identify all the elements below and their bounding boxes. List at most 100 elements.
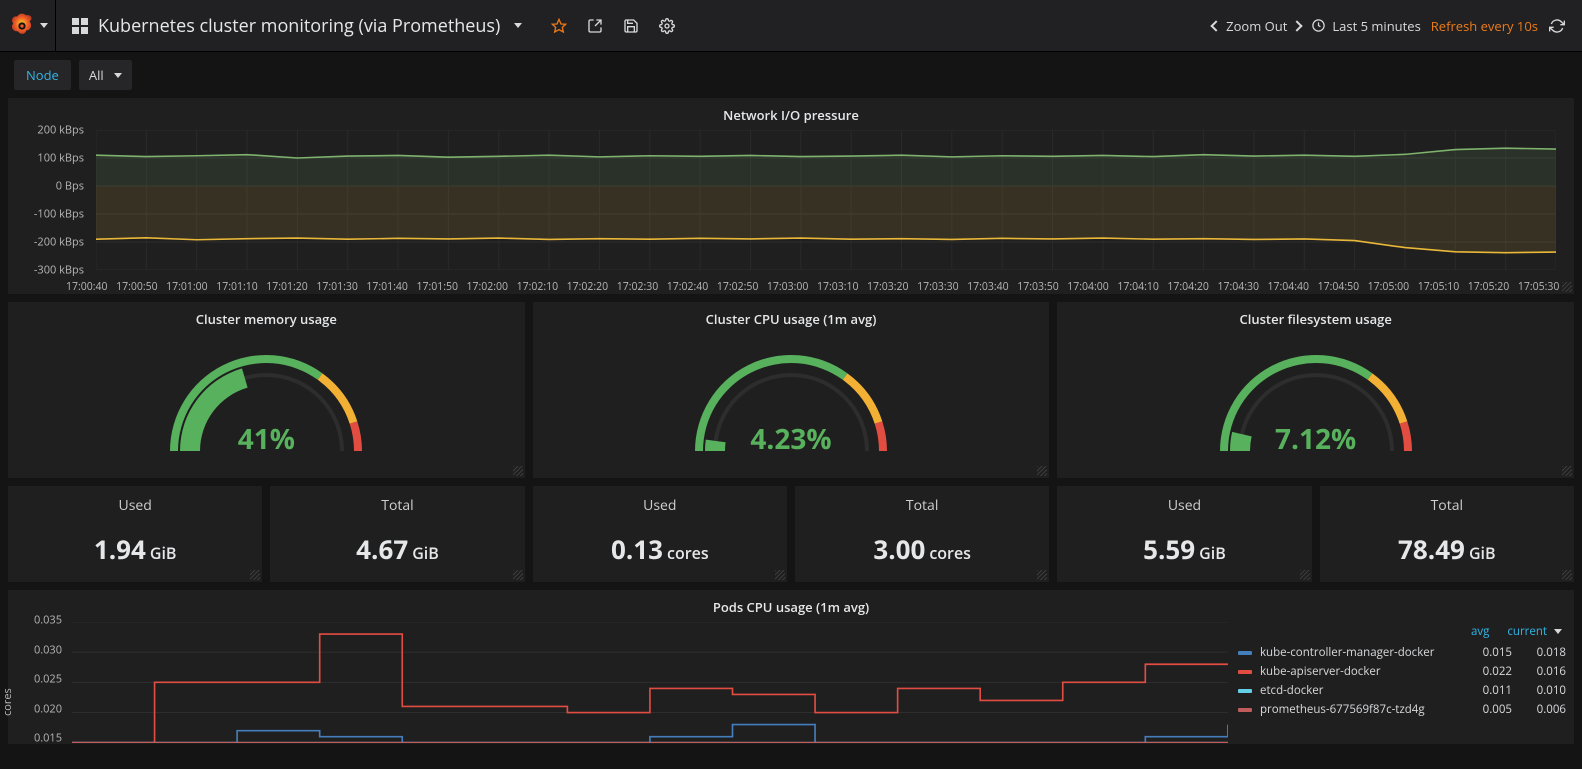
x-tick: 17:01:40 (366, 280, 416, 294)
x-tick: 17:04:50 (1318, 280, 1368, 294)
resize-handle-icon[interactable] (775, 570, 785, 580)
resize-handle-icon[interactable] (1562, 466, 1572, 476)
legend-item[interactable]: kube-controller-manager-docker 0.015 0.0… (1238, 643, 1566, 662)
stat-value: 3.00cores (795, 515, 1049, 567)
save-icon[interactable] (622, 17, 640, 35)
dashboard-body: Network I/O pressure 200 kBps100 kBps0 B… (0, 98, 1582, 752)
legend-avg: 0.015 (1466, 645, 1512, 660)
stat-unit: cores (667, 542, 709, 564)
resize-handle-icon[interactable] (1562, 570, 1572, 580)
panel-stat-5[interactable]: Total 78.49GiB (1320, 486, 1574, 582)
x-tick: 17:01:20 (266, 280, 316, 294)
x-tick: 17:02:00 (467, 280, 517, 294)
panel-network-io[interactable]: Network I/O pressure 200 kBps100 kBps0 B… (8, 98, 1574, 294)
panel-title: Pods CPU usage (1m avg) (8, 590, 1574, 620)
y-tick: 0.025 (34, 672, 62, 687)
panel-stat-4[interactable]: Used 5.59GiB (1057, 486, 1311, 582)
y-tick: -300 kBps (34, 263, 84, 278)
panel-stat-3[interactable]: Total 3.00cores (795, 486, 1049, 582)
resize-handle-icon[interactable] (1037, 466, 1047, 476)
stat-label: Total (270, 486, 524, 515)
legend-item[interactable]: kube-apiserver-docker 0.022 0.016 (1238, 662, 1566, 681)
legend-item[interactable]: etcd-docker 0.011 0.010 (1238, 681, 1566, 700)
y-tick: 0.030 (34, 642, 62, 657)
x-axis: 17:00:4017:00:5017:01:0017:01:1017:01:20… (66, 280, 1568, 294)
stat-unit: cores (929, 542, 971, 564)
resize-handle-icon[interactable] (1037, 570, 1047, 580)
legend-current: 0.016 (1520, 664, 1566, 679)
resize-handle-icon[interactable] (1562, 282, 1572, 292)
chart-plot-area[interactable] (72, 622, 1228, 743)
panel-gauge-2[interactable]: Cluster filesystem usage 7.12% (1057, 302, 1574, 478)
settings-gear-icon[interactable] (658, 17, 676, 35)
x-tick: 17:03:50 (1017, 280, 1067, 294)
x-tick: 17:01:30 (316, 280, 366, 294)
legend-current: 0.006 (1520, 702, 1566, 717)
legend-col-avg[interactable]: avg (1471, 624, 1489, 639)
panel-title: Cluster CPU usage (1m avg) (533, 302, 1050, 332)
x-tick: 17:01:10 (216, 280, 266, 294)
x-tick: 17:04:00 (1067, 280, 1117, 294)
zoom-out-button[interactable]: Zoom Out (1212, 17, 1301, 35)
time-range-picker[interactable]: Last 5 minutes (1311, 17, 1420, 35)
share-icon[interactable] (586, 17, 604, 35)
resize-handle-icon[interactable] (1300, 570, 1310, 580)
y-tick: 200 kBps (37, 123, 84, 138)
refresh-icon[interactable] (1548, 17, 1566, 35)
panel-gauge-1[interactable]: Cluster CPU usage (1m avg) 4.23% (533, 302, 1050, 478)
legend-current: 0.010 (1520, 683, 1566, 698)
legend: avg current kube-controller-manager-dock… (1234, 620, 1574, 742)
top-navbar: Kubernetes cluster monitoring (via Prome… (0, 0, 1582, 52)
gauge-value: 41% (238, 420, 295, 458)
dashboard-picker[interactable]: Kubernetes cluster monitoring (via Prome… (56, 0, 538, 52)
panel-gauge-0[interactable]: Cluster memory usage 41% (8, 302, 525, 478)
legend-swatch-icon (1238, 708, 1252, 712)
x-tick: 17:03:30 (917, 280, 967, 294)
x-tick: 17:03:40 (967, 280, 1017, 294)
resize-handle-icon[interactable] (513, 466, 523, 476)
grafana-logo[interactable] (0, 0, 56, 52)
x-tick: 17:02:20 (567, 280, 617, 294)
dropdown-caret-icon (114, 73, 122, 78)
x-tick: 17:02:10 (517, 280, 567, 294)
stat-label: Used (8, 486, 262, 515)
y-tick: 100 kBps (37, 151, 84, 166)
dashboard-caret-icon (514, 23, 522, 28)
legend-header: avg current (1238, 622, 1566, 643)
resize-handle-icon[interactable] (250, 570, 260, 580)
stat-label: Total (1320, 486, 1574, 515)
x-tick: 17:00:50 (116, 280, 166, 294)
panel-pods-cpu[interactable]: Pods CPU usage (1m avg) cores 0.0350.030… (8, 590, 1574, 744)
x-tick: 17:05:00 (1368, 280, 1418, 294)
y-axis: 200 kBps100 kBps0 Bps-100 kBps-200 kBps-… (12, 130, 90, 270)
sort-caret-icon (1554, 629, 1562, 634)
panel-stat-2[interactable]: Used 0.13cores (533, 486, 787, 582)
zoom-label: Zoom Out (1226, 17, 1287, 35)
resize-handle-icon[interactable] (513, 570, 523, 580)
x-tick: 17:05:10 (1418, 280, 1468, 294)
stat-value: 1.94GiB (8, 515, 262, 567)
template-var-bar: Node All (0, 52, 1582, 98)
legend-item[interactable]: prometheus-677569f87c-tzd4g 0.005 0.006 (1238, 700, 1566, 719)
x-tick: 17:01:00 (166, 280, 216, 294)
panel-stat-0[interactable]: Used 1.94GiB (8, 486, 262, 582)
var-label-node[interactable]: Node (14, 60, 71, 90)
time-range-label: Last 5 minutes (1332, 17, 1420, 35)
y-tick: -100 kBps (34, 207, 84, 222)
x-tick: 17:04:30 (1217, 280, 1267, 294)
panel-title: Cluster memory usage (8, 302, 525, 332)
x-tick: 17:01:50 (416, 280, 466, 294)
legend-col-current[interactable]: current (1507, 624, 1562, 639)
panel-stat-1[interactable]: Total 4.67GiB (270, 486, 524, 582)
y-tick: 0.020 (34, 701, 62, 716)
chart-plot-area[interactable] (96, 130, 1556, 270)
var-value-node[interactable]: All (79, 60, 132, 90)
refresh-interval[interactable]: Refresh every 10s (1431, 17, 1538, 35)
gauge-value: 4.23% (750, 420, 831, 458)
y-tick: 0 Bps (56, 179, 84, 194)
legend-swatch-icon (1238, 689, 1252, 693)
panel-title: Cluster filesystem usage (1057, 302, 1574, 332)
x-tick: 17:04:40 (1268, 280, 1318, 294)
star-icon[interactable] (550, 17, 568, 35)
grafana-logo-icon (8, 12, 36, 40)
